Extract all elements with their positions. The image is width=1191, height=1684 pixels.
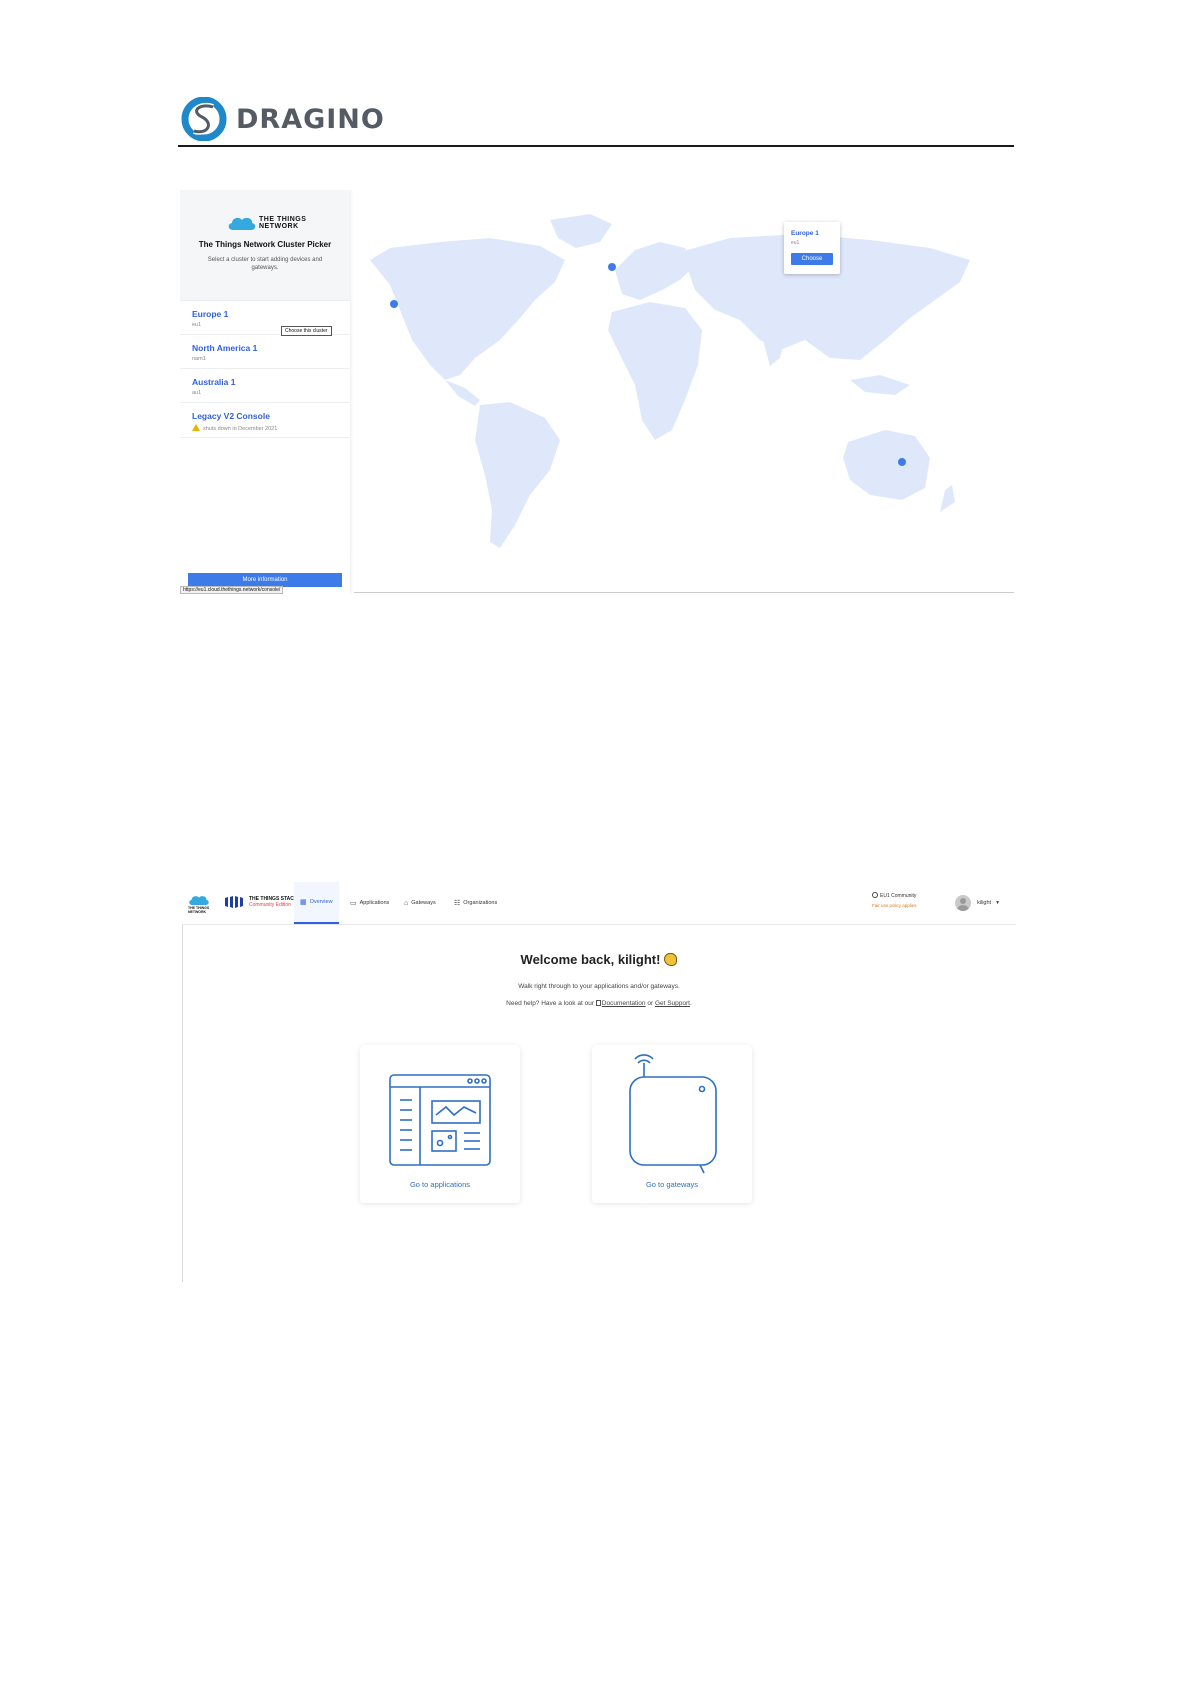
gateways-card[interactable]: Go to gateways	[592, 1045, 752, 1203]
header-divider	[178, 145, 1014, 147]
chevron-down-icon: ▼	[995, 900, 1001, 906]
ttn-logo: THE THINGS NETWORK	[227, 214, 306, 231]
cluster-picker-screenshot: Europe 1 eu1 Choose THE THINGS NETWORK T…	[180, 190, 1014, 594]
stack-logo[interactable]: THE THINGS STACK Community Edition	[224, 896, 298, 908]
nav-label: Gateways	[411, 900, 436, 906]
ttn-cloud-icon	[228, 217, 256, 230]
nav-label: Organizations	[463, 900, 498, 906]
picker-header: THE THINGS NETWORK The Things Network Cl…	[180, 190, 350, 300]
get-support-link[interactable]: Get Support	[655, 1000, 690, 1007]
cluster-item-north-america-1[interactable]: North America 1 nam1	[180, 334, 350, 369]
stack-edition: Community Edition	[249, 902, 291, 908]
help-text: Need help? Have a look at our Documentat…	[182, 1000, 1016, 1007]
map-divider	[354, 592, 1014, 593]
brand-name: DRAGINO	[236, 103, 385, 135]
avatar	[955, 895, 971, 911]
globe-icon	[872, 892, 878, 898]
console-top-nav: THE THINGS NETWORK THE THINGS STACK Comm…	[182, 882, 1016, 925]
help-suffix: .	[690, 1000, 692, 1007]
organizations-icon: ☷	[454, 900, 461, 907]
ttn-logo-line2: NETWORK	[259, 222, 299, 230]
welcome-heading: Welcome back, kilight!	[182, 952, 1016, 967]
cluster-id: nam1	[192, 356, 206, 362]
cluster-note: shuts down in December 2021	[203, 426, 278, 432]
overview-icon: ▦	[300, 899, 307, 906]
au1-marker[interactable]	[898, 458, 906, 466]
popup-cluster-name: Europe 1	[791, 230, 819, 237]
ttn-logo-small[interactable]: THE THINGS NETWORK	[188, 893, 212, 914]
status-bar-url: https://eu1.cloud.thethings.network/cons…	[180, 586, 284, 594]
cluster-item-australia-1[interactable]: Australia 1 au1	[180, 368, 350, 403]
applications-icon: ▭	[350, 900, 357, 907]
nav-label: Overview	[309, 899, 333, 905]
popup-cluster-id: eu1	[791, 240, 800, 246]
cluster-id: au1	[192, 390, 202, 396]
console-screenshot: THE THINGS NETWORK THE THINGS STACK Comm…	[182, 882, 1016, 1282]
more-information-button[interactable]: More information	[188, 573, 342, 587]
applications-card[interactable]: Go to applications	[360, 1045, 520, 1203]
waving-hand-icon	[664, 953, 678, 966]
card-label: Go to gateways	[645, 1180, 699, 1189]
cluster-id: eu1	[192, 322, 202, 328]
picker-title: The Things Network Cluster Picker	[198, 240, 332, 249]
nav-overview[interactable]: ▦ Overview	[294, 882, 339, 924]
choose-cluster-tooltip: Choose this cluster	[281, 326, 332, 336]
cluster-name: Legacy V2 Console	[192, 411, 270, 421]
community-label: EU1 Community	[880, 893, 917, 899]
stack-logo-icon	[225, 896, 243, 908]
walk-text: Walk right through to your applications …	[518, 983, 680, 990]
cluster-name: North America 1	[192, 343, 258, 353]
documentation-link[interactable]: Documentation	[602, 1000, 646, 1007]
ttn-logo-line1: THE THINGS	[259, 215, 307, 223]
nav-applications[interactable]: ▭ Applications	[350, 882, 389, 924]
card-label: Go to applications	[409, 1180, 471, 1189]
cluster-item-legacy-v2[interactable]: Legacy V2 Console shuts down in December…	[180, 402, 350, 438]
dragino-logo-icon	[181, 97, 227, 141]
ttn-logo-text: THE THINGS NETWORK	[188, 906, 210, 914]
ttn-cloud-icon	[189, 896, 209, 905]
help-or: or	[647, 1000, 654, 1007]
warning-icon	[192, 424, 200, 431]
popup-choose-button[interactable]: Choose	[791, 253, 833, 265]
cluster-name: Australia 1	[192, 377, 236, 387]
world-map-shapes	[370, 214, 970, 548]
picker-description: Select a cluster to start adding devices…	[207, 257, 323, 271]
nav-label: Applications	[359, 900, 390, 906]
help-prefix: Need help? Have a look at our	[506, 1000, 594, 1007]
console-left-border	[182, 922, 183, 1282]
gateways-icon: ⌂	[404, 899, 409, 907]
na1-marker[interactable]	[390, 300, 398, 308]
user-menu[interactable]: kilight ▼	[947, 882, 1016, 924]
user-name: kilight	[977, 900, 992, 906]
world-map: Europe 1 eu1 Choose	[350, 190, 1014, 594]
eu1-marker[interactable]	[608, 263, 616, 271]
welcome-text: Welcome back, kilight!	[520, 952, 661, 967]
cluster-popup: Europe 1 eu1 Choose	[784, 222, 840, 274]
nav-organizations[interactable]: ☷ Organizations	[454, 882, 497, 924]
nav-gateways[interactable]: ⌂ Gateways	[404, 882, 436, 924]
dragino-brand: DRAGINO	[180, 96, 385, 142]
cluster-picker-panel: THE THINGS NETWORK The Things Network Cl…	[180, 190, 350, 594]
cluster-name: Europe 1	[192, 309, 229, 319]
book-icon	[595, 1000, 601, 1006]
community-info: EU1 Community Fair use policy applies	[872, 892, 917, 908]
fair-use-link[interactable]: Fair use policy applies	[872, 903, 917, 908]
